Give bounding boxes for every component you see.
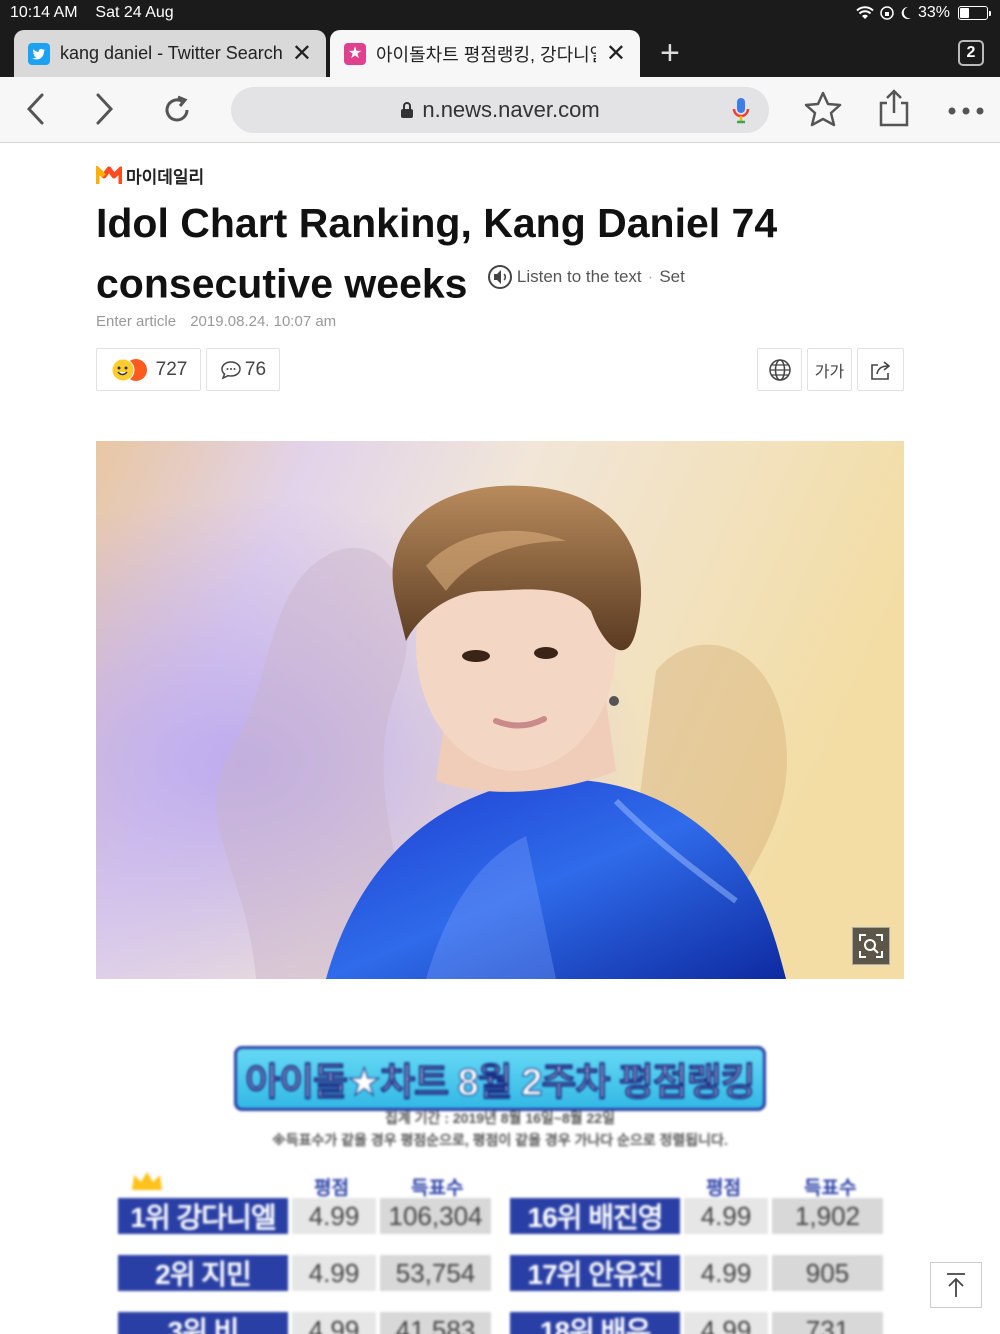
reload-icon[interactable] xyxy=(160,93,194,127)
article-photo[interactable] xyxy=(96,441,904,979)
browser-toolbar: n.news.naver.com xyxy=(0,77,1000,143)
status-indicators: 33% xyxy=(856,4,991,22)
back-icon[interactable] xyxy=(24,92,46,126)
forward-icon[interactable] xyxy=(94,92,116,126)
reaction-emoji-icon xyxy=(111,358,147,381)
new-tab-button[interactable]: + xyxy=(660,34,680,73)
close-tab-icon[interactable]: ✕ xyxy=(606,39,626,68)
col-votes-left: 득표수 xyxy=(411,1178,464,1199)
ranking-chart-image[interactable]: 아이돌★차트 8월 2주차 평점랭킹 집계 기간 : 2019년 8월 16일~… xyxy=(96,1038,904,1334)
rank-name: 17위 안유진 xyxy=(510,1255,680,1291)
rank-score: 4.99 xyxy=(680,1312,768,1334)
rank-name: 18위 배유 xyxy=(510,1312,680,1334)
rank-name: 3위 비 xyxy=(118,1312,288,1334)
scroll-to-top-button[interactable] xyxy=(930,1262,982,1308)
arrow-up-icon xyxy=(947,1273,965,1297)
battery-percent: 33% xyxy=(917,4,950,21)
zoom-search-icon xyxy=(859,934,883,958)
status-bar: 10:14 AM Sat 24 Aug 33% xyxy=(0,0,1000,28)
rank-votes: 106,304 xyxy=(376,1198,491,1234)
rank-votes: 731 xyxy=(768,1312,883,1334)
image-zoom-button[interactable] xyxy=(852,927,890,965)
portrait-illustration xyxy=(96,441,904,979)
star-icon: ★ xyxy=(344,42,366,65)
battery-fill xyxy=(960,8,970,18)
col-votes-right: 득표수 xyxy=(804,1178,857,1199)
crown-icon xyxy=(132,1172,162,1190)
article-meta: Enter article 2019.08.24. 10:07 am xyxy=(96,313,346,330)
reactions-count: 727 xyxy=(155,358,188,380)
speaker-globe-icon[interactable] xyxy=(487,264,513,290)
comments-count: 76 xyxy=(244,358,267,380)
rank-score: 4.99 xyxy=(288,1255,376,1291)
bookmark-star-icon[interactable] xyxy=(804,91,842,127)
headline-line1: Idol Chart Ranking, Kang Daniel 74 xyxy=(96,200,778,246)
comment-bubble-icon xyxy=(221,360,241,379)
rank-votes: 41,583 xyxy=(376,1312,491,1334)
chart-image-title: 아이돌★차트 8월 2주차 평점랭킹 xyxy=(96,1046,904,1111)
listen-to-text-button[interactable]: Listen to the text xyxy=(517,250,642,303)
set-button[interactable]: Set xyxy=(659,250,685,303)
tab-title: 아이돌차트 평점랭킹, 강다니엘 xyxy=(376,44,596,65)
meta-label: Enter article xyxy=(96,313,177,330)
wifi-icon xyxy=(856,6,874,19)
rank-name: 2위 지민 xyxy=(118,1255,288,1291)
battery-icon xyxy=(958,6,991,20)
status-time-date: 10:14 AM Sat 24 Aug xyxy=(10,4,174,22)
share-icon[interactable] xyxy=(878,89,910,127)
tab-title: kang daniel - Twitter Search xyxy=(60,43,282,63)
rank-name: 1위 강다니엘 xyxy=(118,1198,288,1234)
publisher-logo[interactable]: 마이데일리 xyxy=(96,163,204,188)
publisher-name: 마이데일리 xyxy=(126,168,205,187)
rank-score: 4.99 xyxy=(680,1255,768,1291)
comments-button[interactable]: 76 xyxy=(206,348,280,391)
article-share-button[interactable] xyxy=(857,348,904,391)
col-score-left: 평점 xyxy=(314,1178,349,1199)
globe-icon xyxy=(768,358,791,381)
chart-period: 집계 기간 : 2019년 8월 16일~8월 22일 xyxy=(385,1110,615,1126)
moon-icon xyxy=(901,6,911,19)
separator-dot: · xyxy=(647,267,654,286)
status-date: Sat 24 Aug xyxy=(95,4,174,21)
more-icon[interactable] xyxy=(948,107,984,115)
font-size-label: 가가 xyxy=(814,363,845,381)
rank-name: 16위 배진영 xyxy=(510,1198,680,1234)
tab-naver-news[interactable]: ★ 아이돌차트 평점랭킹, 강다니엘 ✕ xyxy=(330,30,640,77)
listen-controls: Listen to the text · Set xyxy=(487,250,685,303)
article-headline: Idol Chart Ranking, Kang Daniel 74 conse… xyxy=(96,197,856,311)
col-score-right: 평점 xyxy=(706,1178,741,1199)
status-time: 10:14 AM xyxy=(10,4,78,21)
share-arrow-icon xyxy=(870,360,890,380)
rank-votes: 905 xyxy=(768,1255,883,1291)
headline-line2: consecutive weeks xyxy=(96,260,468,307)
url-text: n.news.naver.com xyxy=(422,97,600,122)
tab-twitter-search[interactable]: kang daniel - Twitter Search ✕ xyxy=(14,30,326,77)
reactions-button[interactable]: 727 xyxy=(96,348,201,391)
address-bar[interactable]: n.news.naver.com xyxy=(231,87,769,133)
orientation-lock-icon xyxy=(880,6,894,20)
rank-score: 4.99 xyxy=(288,1198,376,1234)
chart-note: ※득표수가 같을 경우 평점순으로, 평점이 같을 경우 가나다 순으로 정렬됩… xyxy=(272,1132,728,1148)
microphone-icon[interactable] xyxy=(731,97,751,125)
rank-score: 4.99 xyxy=(288,1312,376,1334)
twitter-icon xyxy=(28,42,50,65)
tab-count-button[interactable]: 2 xyxy=(958,40,984,66)
page-content: 마이데일리 Idol Chart Ranking, Kang Daniel 74… xyxy=(0,143,1000,1334)
translate-button[interactable] xyxy=(757,348,802,391)
tab-bar: kang daniel - Twitter Search ✕ ★ 아이돌차트 평… xyxy=(0,28,1000,77)
chart-title-text: 아이돌★차트 8월 2주차 평점랭킹 xyxy=(234,1046,766,1111)
meta-datetime: 2019.08.24. 10:07 am xyxy=(190,313,337,330)
font-size-button[interactable]: 가가 xyxy=(807,348,852,391)
mydaily-logo-icon xyxy=(96,165,122,184)
rank-votes: 1,902 xyxy=(768,1198,883,1234)
lock-icon xyxy=(401,102,414,118)
rank-votes: 53,754 xyxy=(376,1255,491,1291)
close-tab-icon[interactable]: ✕ xyxy=(292,39,312,68)
rank-score: 4.99 xyxy=(680,1198,768,1234)
